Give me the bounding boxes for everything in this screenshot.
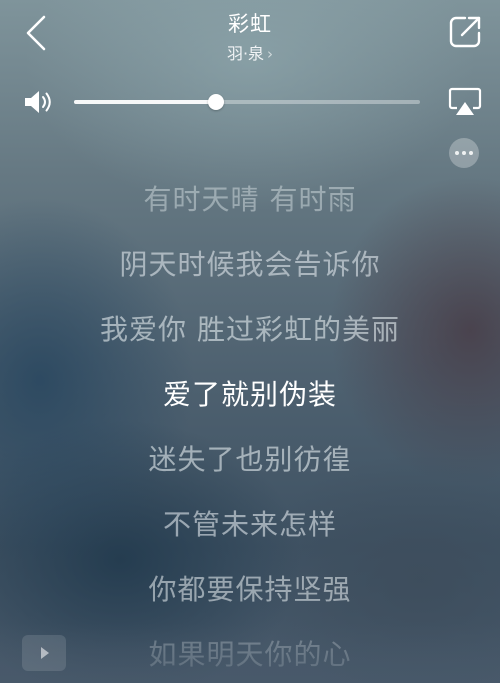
volume-slider[interactable] bbox=[74, 94, 420, 110]
lyric-line: 不管未来怎样 bbox=[162, 508, 337, 541]
player-screen: 彩虹 羽·泉 › 有时天晴 有时雨 阴天时候我会告诉你 我爱你 胜过彩虹的美丽 … bbox=[0, 0, 500, 683]
lyrics-panel[interactable]: 有时天晴 有时雨 阴天时候我会告诉你 我爱你 胜过彩虹的美丽 爱了就别伪装 迷失… bbox=[0, 176, 500, 683]
artist-link[interactable]: 羽·泉 › bbox=[0, 40, 500, 64]
chevron-right-icon: › bbox=[267, 45, 274, 63]
share-button[interactable] bbox=[448, 14, 484, 50]
lyric-line: 阴天时候我会告诉你 bbox=[119, 248, 381, 281]
more-dots-icon bbox=[469, 151, 473, 155]
play-button[interactable] bbox=[22, 635, 66, 671]
more-dots-icon bbox=[462, 151, 466, 155]
play-icon bbox=[41, 647, 49, 659]
speaker-icon bbox=[25, 91, 51, 113]
lyric-line: 如果明天你的心 bbox=[148, 638, 352, 671]
lyric-line: 你都要保持坚强 bbox=[148, 573, 352, 606]
share-icon bbox=[449, 16, 481, 48]
airplay-icon bbox=[448, 87, 482, 115]
lyric-line: 有时天晴 有时雨 bbox=[143, 183, 357, 216]
volume-slider-thumb[interactable] bbox=[207, 94, 224, 110]
lyric-line-current: 爱了就别伪装 bbox=[162, 378, 337, 411]
lyric-line: 我爱你 胜过彩虹的美丽 bbox=[100, 313, 400, 346]
more-dots-icon bbox=[455, 151, 459, 155]
airplay-button[interactable] bbox=[448, 86, 482, 118]
volume-slider-fill bbox=[74, 100, 216, 104]
artist-name: 羽·泉 bbox=[226, 44, 265, 63]
lyric-line: 迷失了也别彷徨 bbox=[148, 443, 352, 476]
song-title: 彩虹 bbox=[228, 12, 272, 36]
volume-icon bbox=[22, 88, 56, 116]
more-options-button[interactable] bbox=[449, 138, 479, 168]
